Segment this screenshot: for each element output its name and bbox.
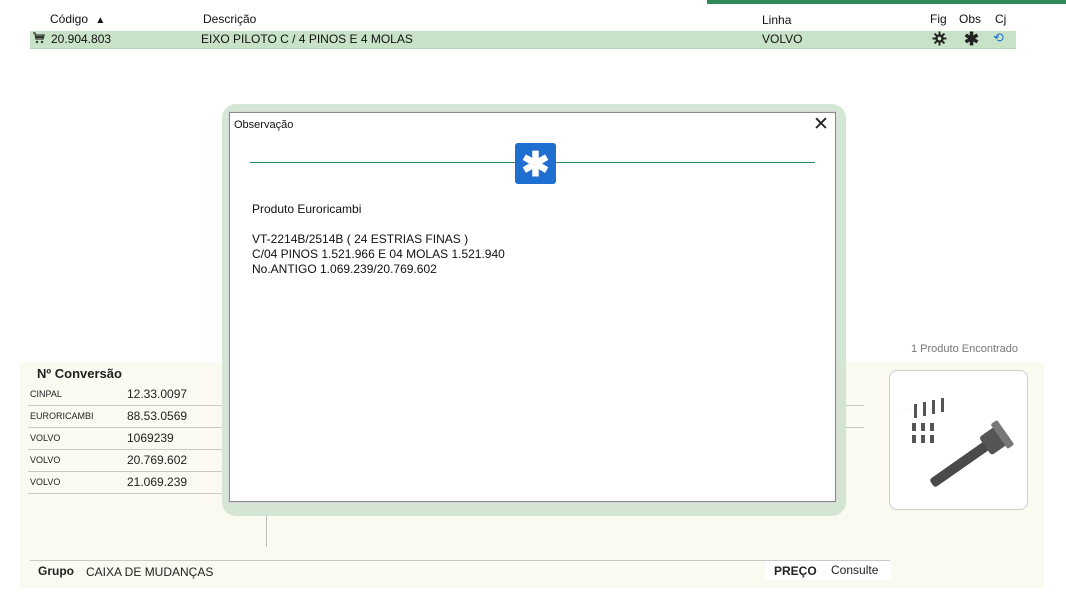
cart-icon[interactable] <box>32 31 45 47</box>
conversion-brand: VOLVO <box>30 433 61 443</box>
dialog-line-3: C/04 PINOS 1.521.966 E 04 MOLAS 1.521.94… <box>252 247 505 261</box>
conversion-brand: VOLVO <box>30 477 61 487</box>
dialog-line-4: No.ANTIGO 1.069.239/20.769.602 <box>252 262 437 276</box>
divider <box>30 560 890 561</box>
group-label: Grupo <box>38 564 74 578</box>
gear-icon[interactable] <box>932 31 947 49</box>
dialog-line-1: Produto Euroricambi <box>252 202 362 216</box>
group-value: CAIXA DE MUDANÇAS <box>86 565 214 579</box>
conversion-title: Nº Conversão <box>37 366 122 381</box>
results-count: 1 Produto Encontrado <box>911 343 1019 355</box>
conversion-code: 88.53.0569 <box>127 409 188 423</box>
row-codigo: 20.904.803 <box>51 32 112 46</box>
asterisk-icon: ✱ <box>515 143 556 184</box>
header-cj: Cj <box>995 12 1007 26</box>
conversion-brand: VOLVO <box>30 455 61 465</box>
price-value: Consulte <box>831 563 879 577</box>
list-item: EURORICAMBI 88.53.0569 <box>28 406 222 428</box>
list-item: VOLVO 20.769.602 <box>28 450 222 472</box>
row-descricao: EIXO PILOTO C / 4 PINOS E 4 MOLAS <box>201 32 413 46</box>
list-item: CINPAL 12.33.0097 <box>28 384 222 406</box>
row-linha: VOLVO <box>762 32 803 46</box>
conversion-code: 1069239 <box>127 431 174 445</box>
header-obs: Obs <box>959 12 982 26</box>
price-label: PREÇO <box>774 564 817 578</box>
link-arrows-icon[interactable]: ⟲ <box>993 30 1004 46</box>
table-row[interactable]: 20.904.803 EIXO PILOTO C / 4 PINOS E 4 M… <box>30 29 1016 50</box>
header-codigo[interactable]: Código ▲ <box>50 12 105 26</box>
conversion-brand: CINPAL <box>30 389 62 399</box>
dialog-title: Observação <box>234 119 294 131</box>
dialog-line-2: VT-2214B/2514B ( 24 ESTRIAS FINAS ) <box>252 232 469 246</box>
list-item: VOLVO 1069239 <box>28 428 222 450</box>
asterisk-icon[interactable]: ✱ <box>964 29 979 50</box>
conversion-code: 20.769.602 <box>127 453 188 467</box>
header-descricao[interactable]: Descrição <box>203 12 256 26</box>
list-item: VOLVO 21.069.239 <box>28 472 222 494</box>
svg-text:· · · · · · · · · ·: · · · · · · · · · · <box>900 407 935 413</box>
conversion-code: 21.069.239 <box>127 475 188 489</box>
header-fig: Fig <box>930 12 947 26</box>
observation-dialog: Observação ✕ ✱ Produto Euroricambi VT-22… <box>229 112 836 502</box>
sort-asc-icon: ▲ <box>95 15 106 26</box>
header-codigo-label: Código <box>50 12 89 26</box>
close-icon[interactable]: ✕ <box>811 115 831 135</box>
conversion-code: 12.33.0097 <box>127 387 188 401</box>
top-accent-bar <box>707 0 1066 4</box>
product-image[interactable]: · · · · · · · · · · <box>889 370 1028 510</box>
header-linha[interactable]: Linha <box>762 13 791 27</box>
conversion-brand: EURORICAMBI <box>30 411 94 421</box>
